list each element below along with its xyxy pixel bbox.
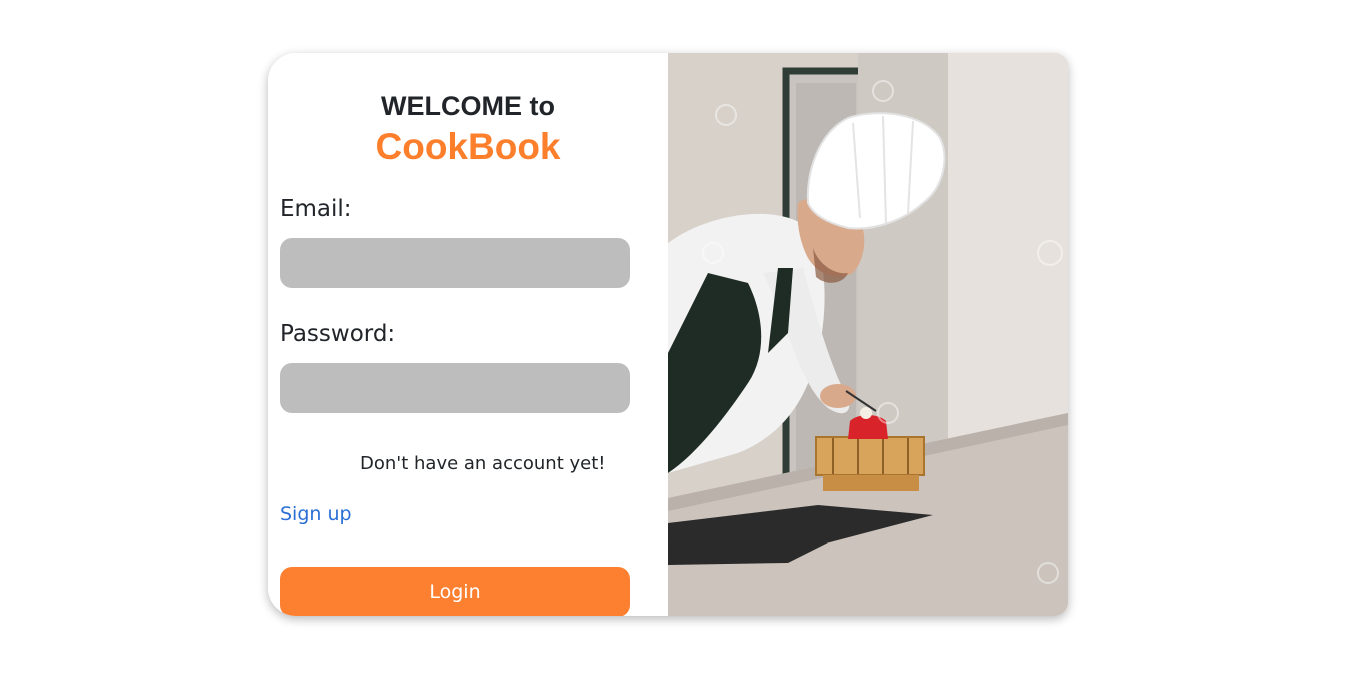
password-label: Password: [280,321,396,347]
login-form-panel: WELCOME to CookBook Email: Password: Don… [268,53,668,616]
signup-link[interactable]: Sign up [280,503,352,525]
email-label: Email: [280,196,352,222]
chef-photo-illustration [668,53,1068,616]
brand-title: CookBook [375,126,561,167]
login-button[interactable]: Login [280,567,630,616]
hero-image [668,53,1068,616]
welcome-heading: WELCOME to [381,91,555,121]
no-account-text: Don't have an account yet! [360,453,606,474]
login-card: WELCOME to CookBook Email: Password: Don… [268,53,1068,616]
password-field[interactable] [280,363,630,413]
email-field[interactable] [280,238,630,288]
